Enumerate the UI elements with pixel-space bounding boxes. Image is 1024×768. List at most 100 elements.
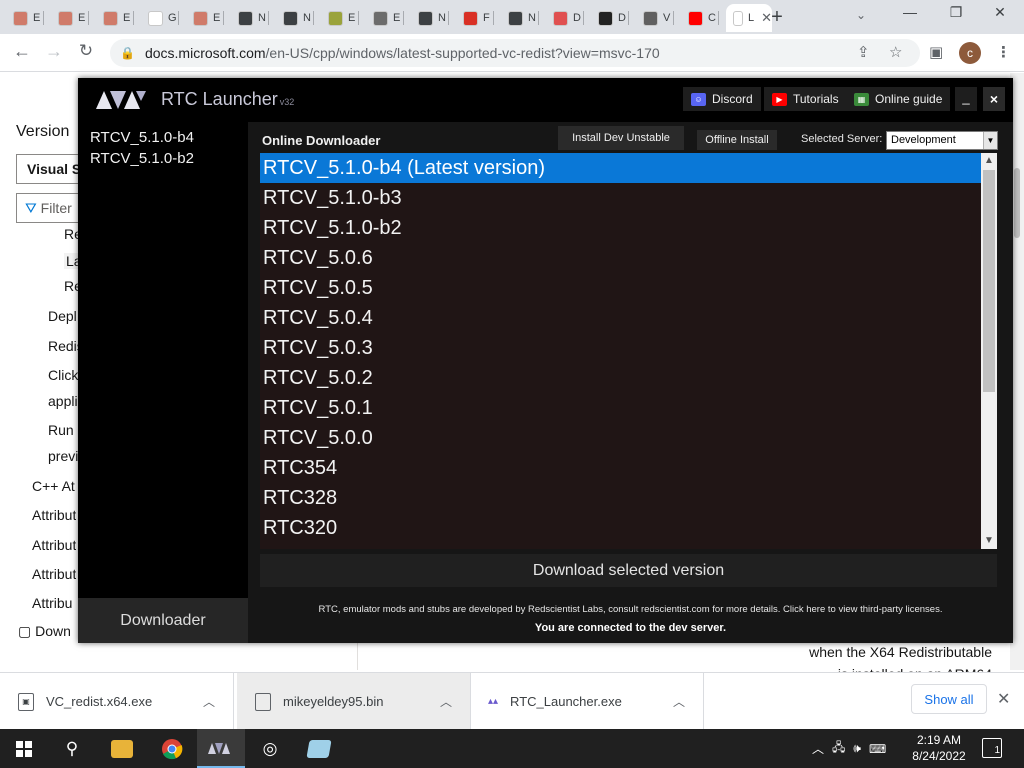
side-panel-icon[interactable]: ▣ bbox=[929, 43, 943, 61]
browser-tab[interactable]: G bbox=[141, 4, 179, 32]
rtc-launcher-taskbar-icon[interactable] bbox=[197, 729, 245, 768]
version-list-item[interactable]: RTC328 bbox=[260, 483, 981, 513]
installed-version-item[interactable]: RTCV_5.1.0-b4 bbox=[90, 129, 194, 146]
version-list-item[interactable]: RTC354 bbox=[260, 453, 981, 483]
version-list-item[interactable]: RTCV_5.1.0-b4 (Latest version) bbox=[260, 153, 981, 183]
forward-icon[interactable]: → bbox=[42, 41, 66, 62]
browser-tab[interactable]: N bbox=[411, 4, 449, 32]
rtc-titlebar[interactable]: RTC Launcher v32 ☺ Discord ▶ Tutorials ▦ … bbox=[78, 78, 1013, 122]
rtc-close-button[interactable]: × bbox=[983, 87, 1005, 111]
download-pdf-link[interactable]: ▢ Down bbox=[18, 623, 80, 649]
tab-search-icon[interactable]: ⌄ bbox=[856, 8, 866, 22]
toc-item[interactable]: Attribut bbox=[32, 566, 76, 582]
close-window-icon[interactable]: ✕ bbox=[986, 4, 1014, 21]
chevron-up-icon[interactable]: ︿ bbox=[673, 693, 685, 710]
toc-item[interactable]: C++ At bbox=[32, 478, 75, 494]
version-list[interactable]: RTCV_5.1.0-b4 (Latest version) RTCV_5.1.0… bbox=[260, 153, 997, 549]
chevron-up-icon[interactable]: ︿ bbox=[812, 740, 824, 757]
notification-center-icon[interactable]: 1 bbox=[982, 738, 1002, 758]
volume-icon[interactable]: 🕪 bbox=[853, 741, 861, 756]
browser-tab[interactable]: D bbox=[591, 4, 629, 32]
browser-tab[interactable]: E bbox=[96, 4, 134, 32]
version-select[interactable]: Visual S bbox=[16, 154, 86, 184]
tab-separator bbox=[538, 11, 539, 25]
restore-window-icon[interactable]: ❐ bbox=[942, 4, 970, 21]
browser-tab[interactable]: E bbox=[186, 4, 224, 32]
offline-install-button[interactable]: Offline Install bbox=[697, 130, 777, 150]
toc-item[interactable]: previ bbox=[48, 448, 78, 464]
keyboard-icon[interactable]: ⌨ bbox=[869, 742, 886, 756]
chevron-up-icon[interactable]: ︿ bbox=[203, 693, 215, 710]
show-all-downloads-button[interactable]: Show all bbox=[911, 684, 987, 714]
download-item[interactable]: mikeyeldey95.bin ︿ bbox=[237, 673, 471, 730]
toc-item[interactable]: Attribut bbox=[32, 507, 76, 523]
notepad-icon[interactable] bbox=[295, 729, 343, 768]
tab-favicon-icon bbox=[418, 10, 433, 26]
profile-avatar[interactable]: c bbox=[959, 42, 981, 64]
address-bar[interactable]: 🔒 docs.microsoft.com/en-US/cpp/windows/l… bbox=[110, 39, 920, 67]
scrollbar-thumb[interactable] bbox=[983, 170, 995, 392]
version-list-item[interactable]: RTCV_5.0.1 bbox=[260, 393, 981, 423]
footer-credit[interactable]: RTC, emulator mods and stubs are develop… bbox=[248, 604, 1013, 615]
installed-version-item[interactable]: RTCV_5.1.0-b2 bbox=[90, 150, 194, 167]
obs-icon[interactable]: ◎ bbox=[246, 729, 294, 768]
version-list-item[interactable]: RTCV_5.0.6 bbox=[260, 243, 981, 273]
bookmark-star-icon[interactable]: ☆ bbox=[889, 43, 902, 61]
browser-tab[interactable]: E bbox=[6, 4, 44, 32]
reload-icon[interactable]: ↻ bbox=[74, 41, 98, 61]
scroll-up-icon[interactable]: ▲ bbox=[981, 153, 997, 169]
version-list-item[interactable]: RTC320 bbox=[260, 513, 981, 543]
version-list-item[interactable]: RTCV_5.0.5 bbox=[260, 273, 981, 303]
version-list-scrollbar[interactable]: ▲ ▼ bbox=[981, 153, 997, 549]
version-list-item[interactable]: RTCV_5.1.0-b2 bbox=[260, 213, 981, 243]
file-explorer-icon[interactable] bbox=[98, 729, 146, 768]
browser-tab[interactable]: E bbox=[51, 4, 89, 32]
download-selected-version-button[interactable]: Download selected version bbox=[260, 554, 997, 587]
browser-tab[interactable]: C bbox=[681, 4, 719, 32]
share-icon[interactable]: ⇪ bbox=[857, 43, 870, 61]
discord-button[interactable]: ☺ Discord bbox=[683, 87, 761, 111]
version-list-item[interactable]: RTCV_5.0.4 bbox=[260, 303, 981, 333]
browser-tab[interactable]: N bbox=[231, 4, 269, 32]
version-list-item[interactable]: RTCV_5.0.0 bbox=[260, 423, 981, 453]
downloader-tab[interactable]: Downloader bbox=[78, 598, 248, 643]
version-list-item[interactable]: RTCV_5.1.0-b3 bbox=[260, 183, 981, 213]
browser-tab[interactable]: N bbox=[276, 4, 314, 32]
browser-tab[interactable]: D bbox=[546, 4, 584, 32]
menu-kebab-icon[interactable]: ⋮ bbox=[996, 43, 1011, 61]
new-tab-button[interactable]: + bbox=[766, 6, 788, 29]
browser-tab[interactable]: V bbox=[636, 4, 674, 32]
browser-tab[interactable]: E bbox=[321, 4, 359, 32]
version-list-item[interactable]: RTCV_5.0.3 bbox=[260, 333, 981, 363]
close-icon[interactable]: ✕ bbox=[997, 689, 1010, 709]
search-icon[interactable]: ⚲ bbox=[48, 729, 96, 768]
tutorials-button[interactable]: ▶ Tutorials bbox=[764, 87, 847, 111]
download-item[interactable]: ▴▴ RTC_Launcher.exe ︿ bbox=[470, 673, 704, 730]
toc-item[interactable]: appli bbox=[48, 393, 78, 409]
browser-tab[interactable]: N bbox=[501, 4, 539, 32]
download-item[interactable]: ▣ VC_redist.x64.exe ︿ bbox=[0, 673, 234, 730]
browser-tab[interactable]: F bbox=[456, 4, 494, 32]
browser-tab-strip: E E E G E N N E E N F N D D V C L ✕ + ⌄ — ❐ ✕ bbox=[0, 0, 1024, 34]
browser-tab[interactable]: E bbox=[366, 4, 404, 32]
online-guide-button[interactable]: ▦ Online guide bbox=[846, 87, 951, 111]
dropdown-arrow-icon[interactable]: ▼ bbox=[983, 132, 997, 149]
network-icon[interactable]: 🖧 bbox=[832, 738, 845, 759]
scroll-down-icon[interactable]: ▼ bbox=[981, 533, 997, 549]
toc-item[interactable]: Click bbox=[48, 367, 78, 383]
page-scrollbar-thumb[interactable] bbox=[1014, 168, 1020, 238]
chevron-up-icon[interactable]: ︿ bbox=[440, 693, 452, 710]
minimize-window-icon[interactable]: — bbox=[896, 4, 924, 20]
taskbar-clock[interactable]: 2:19 AM 8/24/2022 bbox=[906, 732, 972, 764]
version-list-item[interactable]: RTCV_5.0.2 bbox=[260, 363, 981, 393]
install-dev-unstable-button[interactable]: Install Dev Unstable bbox=[558, 126, 684, 150]
toc-filter-input[interactable]: ⛛ Filter bbox=[16, 193, 86, 223]
toc-item[interactable]: Attribu bbox=[32, 595, 72, 611]
toc-item[interactable]: Depl bbox=[48, 308, 77, 324]
toc-item[interactable]: Attribut bbox=[32, 537, 76, 553]
back-icon[interactable]: ← bbox=[10, 41, 34, 62]
server-select[interactable]: Development ▼ bbox=[886, 131, 998, 150]
rtc-minimize-button[interactable]: _ bbox=[955, 87, 977, 111]
start-button[interactable] bbox=[0, 729, 48, 768]
chrome-icon[interactable] bbox=[148, 729, 196, 768]
